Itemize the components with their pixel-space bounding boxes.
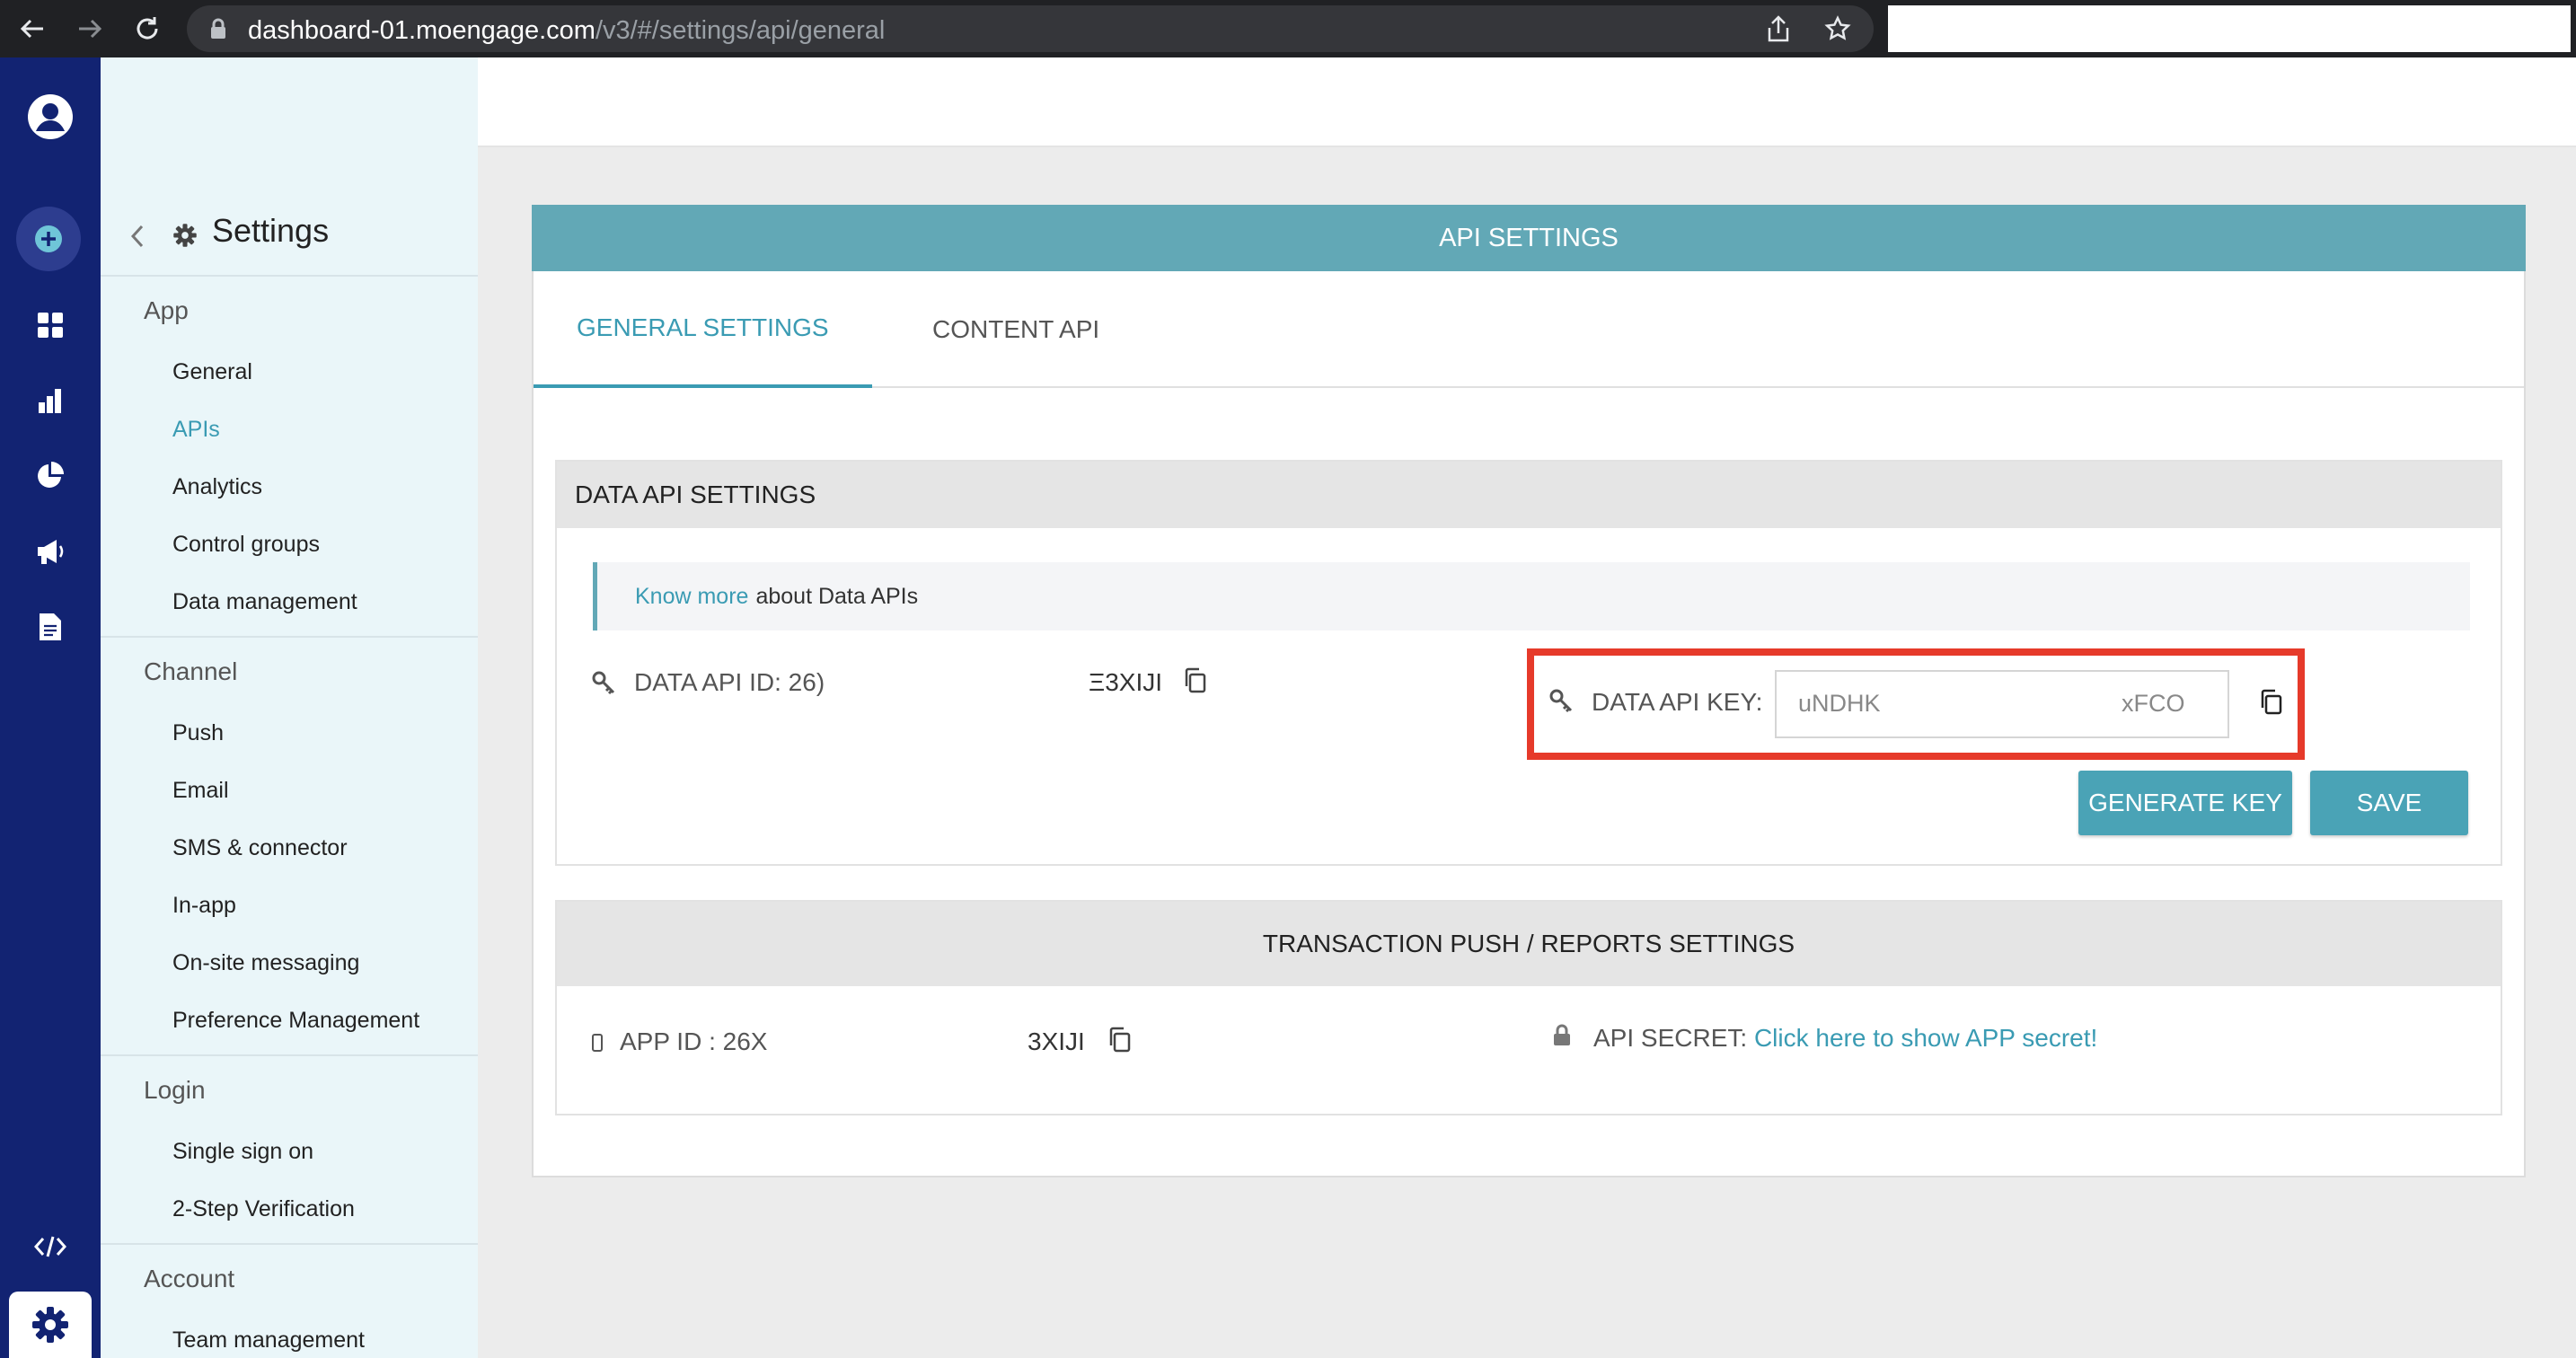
sidebar-item-in-app[interactable]: In-app <box>172 893 236 919</box>
key-icon <box>591 670 616 695</box>
gear-icon <box>172 223 198 252</box>
sidebar-item-general[interactable]: General <box>172 359 252 385</box>
section-channel: Channel <box>144 657 238 685</box>
copy-icon[interactable] <box>1182 666 1209 695</box>
show-app-secret-link[interactable]: Click here to show APP secret! <box>1754 1024 2097 1052</box>
code-icon[interactable] <box>18 1214 83 1279</box>
transaction-settings-title: TRANSACTION PUSH / REPORTS SETTINGS <box>557 902 2501 986</box>
sidebar-divider <box>101 1243 478 1245</box>
transaction-settings-box: TRANSACTION PUSH / REPORTS SETTINGS APP … <box>555 900 2502 1116</box>
data-api-key-label: DATA API KEY: <box>1592 688 1763 716</box>
sidebar-title: Settings <box>212 212 330 249</box>
app-nav-rail <box>0 57 101 1358</box>
mobile-phone-icon <box>591 1033 604 1053</box>
info-text: about Data APIs <box>755 583 919 609</box>
data-api-id-label: DATA API ID: 26) <box>634 668 825 696</box>
browser-toolbar: dashboard-01.moengage.com/v3/#/settings/… <box>0 0 2576 57</box>
tab-general-settings[interactable]: GENERAL SETTINGS <box>534 271 872 388</box>
bar-chart-icon[interactable] <box>18 368 83 433</box>
data-api-settings-box: DATA API SETTINGS Know more about Data A… <box>555 460 2502 866</box>
share-icon[interactable] <box>1764 14 1793 43</box>
data-api-settings-title: DATA API SETTINGS <box>557 462 2501 528</box>
document-icon[interactable] <box>18 595 83 659</box>
generate-key-button[interactable]: GENERATE KEY <box>2078 771 2292 835</box>
dashboard-icon[interactable] <box>18 293 83 357</box>
sidebar-item-email[interactable]: Email <box>172 778 229 804</box>
sidebar-item-control-groups[interactable]: Control groups <box>172 532 320 558</box>
chevron-left-icon[interactable] <box>128 221 147 256</box>
key-icon <box>1548 688 1574 713</box>
api-key-end: xFCO <box>2122 690 2185 717</box>
settings-gear-icon[interactable] <box>9 1292 92 1358</box>
copy-icon[interactable] <box>2258 688 2285 717</box>
tab-content-api[interactable]: CONTENT API <box>889 271 1142 388</box>
section-account: Account <box>144 1265 235 1292</box>
pie-chart-icon[interactable] <box>18 444 83 508</box>
app-id-value: 3XIJI <box>1028 1027 1085 1055</box>
forward-icon[interactable] <box>70 9 110 48</box>
settings-sidebar: Settings App General APIs Analytics Cont… <box>101 57 478 1358</box>
sidebar-divider <box>101 636 478 638</box>
info-banner: Know more about Data APIs <box>593 562 2470 630</box>
sidebar-item-apis[interactable]: APIs <box>172 417 220 443</box>
bookmark-star-icon[interactable] <box>1823 14 1852 43</box>
panel-title: API SETTINGS <box>532 205 2526 271</box>
app-id-label: APP ID : 26X <box>620 1027 768 1055</box>
copy-icon[interactable] <box>1107 1026 1134 1054</box>
section-login: Login <box>144 1076 206 1104</box>
api-secret-label: API SECRET: Click here to show APP secre… <box>1593 1024 2098 1052</box>
sidebar-header: Settings <box>101 201 478 277</box>
data-api-key-highlight: DATA API KEY: uNDHK xFCO <box>1527 648 2305 760</box>
back-icon[interactable] <box>13 9 52 48</box>
api-settings-panel: API SETTINGS GENERAL SETTINGS CONTENT AP… <box>532 205 2526 1177</box>
save-button[interactable]: SAVE <box>2310 771 2468 835</box>
browser-extension-area <box>1888 5 2571 52</box>
secret-lock-icon <box>1552 1024 1572 1047</box>
reload-icon[interactable] <box>128 9 167 48</box>
main-top-bar <box>478 57 2576 147</box>
add-icon[interactable] <box>16 207 81 271</box>
sidebar-item-sms-connector[interactable]: SMS & connector <box>172 835 348 861</box>
sidebar-item-2-step-verification[interactable]: 2-Step Verification <box>172 1196 355 1222</box>
data-api-key-field[interactable]: uNDHK xFCO <box>1775 670 2229 738</box>
lock-icon <box>210 18 226 44</box>
section-app: App <box>144 296 189 324</box>
address-bar[interactable]: dashboard-01.moengage.com/v3/#/settings/… <box>187 5 1874 52</box>
data-api-id-value: Ξ3XIJI <box>1089 668 1163 696</box>
api-key-start: uNDHK <box>1798 690 1881 717</box>
sidebar-item-analytics[interactable]: Analytics <box>172 474 262 500</box>
know-more-link[interactable]: Know more <box>635 584 748 610</box>
sidebar-item-preference-management[interactable]: Preference Management <box>172 1008 419 1034</box>
sidebar-item-on-site-messaging[interactable]: On-site messaging <box>172 950 359 976</box>
tab-bar: GENERAL SETTINGS CONTENT API <box>534 271 2524 388</box>
sidebar-item-single-sign-on[interactable]: Single sign on <box>172 1139 313 1165</box>
user-avatar-icon[interactable] <box>18 84 83 149</box>
megaphone-icon[interactable] <box>18 519 83 584</box>
sidebar-item-push[interactable]: Push <box>172 720 224 746</box>
sidebar-divider <box>101 1054 478 1056</box>
sidebar-item-team-management[interactable]: Team management <box>172 1327 365 1354</box>
sidebar-item-data-management[interactable]: Data management <box>172 589 357 615</box>
url-text: dashboard-01.moengage.com/v3/#/settings/… <box>248 16 886 45</box>
